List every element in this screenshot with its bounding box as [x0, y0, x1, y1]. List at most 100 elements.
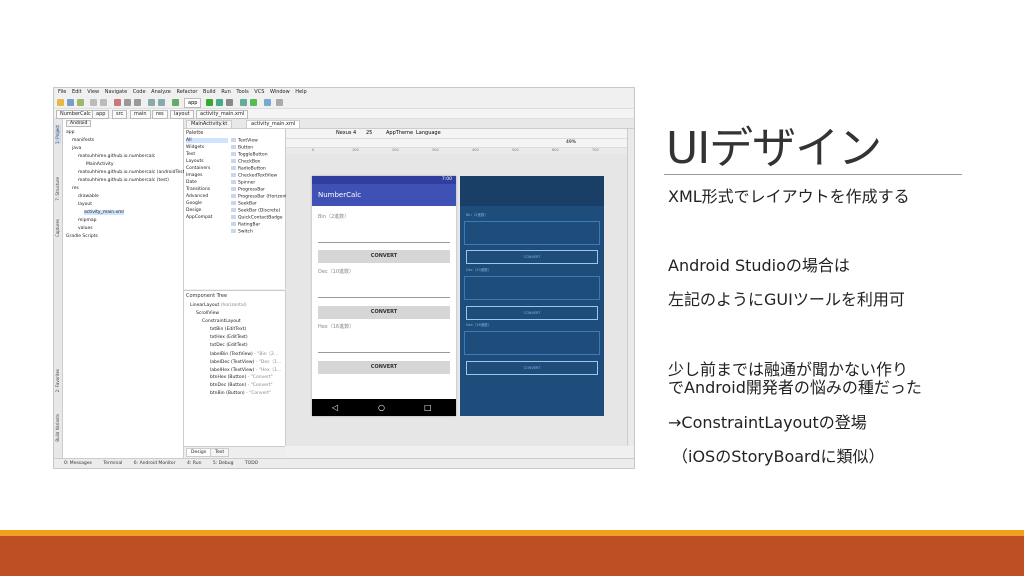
tree-layout[interactable]: layout	[78, 202, 92, 207]
tree-mainactivity[interactable]: MainActivity	[86, 162, 114, 167]
blueprint-view[interactable]: Bin（2進数） CONVERT Dec（10進数） CONVERT Hex（1…	[460, 176, 604, 416]
debug-icon[interactable]	[216, 99, 223, 106]
palette-cat-design[interactable]: Design	[186, 208, 202, 213]
cut-icon[interactable]	[114, 99, 121, 106]
label-bin[interactable]: Bin（2進数）	[318, 213, 349, 220]
palette-item[interactable]: QuickContactBadge	[231, 215, 283, 221]
crumb-main[interactable]: main	[130, 110, 151, 119]
palette-cat-text[interactable]: Text	[186, 152, 195, 157]
label-hex[interactable]: Hex（16進数）	[318, 323, 354, 330]
palette-cat-containers[interactable]: Containers	[186, 166, 210, 171]
tree-package-test[interactable]: matsuhhime.github.io.numbercalc (test)	[78, 178, 169, 183]
paste-icon[interactable]	[134, 99, 141, 106]
menu-tools[interactable]: Tools	[236, 89, 248, 95]
crumb-project[interactable]: NumberCalc	[56, 110, 95, 119]
menu-analyze[interactable]: Analyze	[151, 89, 171, 95]
palette-cat-all[interactable]: All	[186, 138, 228, 143]
tree-node[interactable]: txtBin (EditText)	[210, 327, 246, 332]
tree-node[interactable]: txtDec (EditText)	[210, 343, 248, 348]
crumb-res[interactable]: res	[152, 110, 168, 119]
replace-icon[interactable]	[158, 99, 165, 106]
menu-view[interactable]: View	[87, 89, 99, 95]
palette-item[interactable]: Button	[231, 145, 253, 151]
tree-app[interactable]: app	[66, 130, 74, 135]
android-monitor-icon[interactable]	[264, 99, 271, 106]
menu-edit[interactable]: Edit	[72, 89, 82, 95]
menu-code[interactable]: Code	[133, 89, 146, 95]
language-select[interactable]: Language	[416, 129, 441, 138]
undo-icon[interactable]	[90, 99, 97, 106]
tree-res[interactable]: res	[72, 186, 79, 191]
menu-refactor[interactable]: Refactor	[176, 89, 197, 95]
tree-node[interactable]: labelBin (TextView) - "Bin（2...	[210, 351, 278, 357]
palette-item[interactable]: SeekBar (Discrete)	[231, 208, 280, 214]
build-variants-tool-tab[interactable]: Build Variants	[55, 414, 61, 442]
convert-bin-button[interactable]: CONVERT	[318, 250, 450, 263]
tab-text[interactable]: Text	[210, 448, 230, 457]
search-icon[interactable]	[148, 99, 155, 106]
tree-node[interactable]: LinearLayout (horizontal)	[190, 303, 247, 308]
palette-item[interactable]: RatingBar	[231, 222, 260, 228]
sync-icon[interactable]	[77, 99, 84, 106]
tab-mainactivity[interactable]: MainActivity.kt	[186, 120, 233, 129]
label-dec[interactable]: Dec（10進数）	[318, 268, 354, 275]
menu-window[interactable]: Window	[270, 89, 290, 95]
messages-tab[interactable]: 0: Messages	[64, 461, 92, 466]
crumb-layout[interactable]: layout	[170, 110, 194, 119]
menu-help[interactable]: Help	[295, 89, 306, 95]
menu-navigate[interactable]: Navigate	[105, 89, 127, 95]
avd-manager-icon[interactable]	[240, 99, 247, 106]
debug-tab[interactable]: 5: Debug	[213, 461, 234, 466]
redo-icon[interactable]	[100, 99, 107, 106]
copy-icon[interactable]	[124, 99, 131, 106]
make-icon[interactable]	[172, 99, 179, 106]
project-view-select[interactable]: Android	[66, 120, 92, 127]
api-select[interactable]: 25	[366, 129, 372, 138]
menu-file[interactable]: File	[58, 89, 66, 95]
tree-gradle-scripts[interactable]: Gradle Scripts	[66, 234, 98, 239]
palette-item[interactable]: SeekBar	[231, 201, 257, 207]
palette-cat-appcompat[interactable]: AppCompat	[186, 215, 212, 220]
captures-tool-tab[interactable]: Captures	[55, 219, 61, 237]
palette-item[interactable]: ProgressBar (Horizontal)	[231, 194, 293, 200]
convert-hex-button[interactable]: CONVERT	[318, 361, 450, 374]
tree-node[interactable]: btnBin (Button) - "Convert"	[210, 391, 271, 396]
theme-select[interactable]: AppTheme	[386, 129, 413, 138]
palette-item[interactable]: Switch	[231, 229, 253, 235]
tree-package[interactable]: matsuhhime.github.io.numbercalc	[78, 154, 155, 159]
zoom-level[interactable]: 49%	[566, 139, 576, 147]
palette-item[interactable]: ProgressBar	[231, 187, 265, 193]
tree-drawable[interactable]: drawable	[78, 194, 99, 199]
menu-vcs[interactable]: VCS	[254, 89, 264, 95]
palette-cat-widgets[interactable]: Widgets	[186, 145, 204, 150]
help-icon[interactable]	[276, 99, 283, 106]
sdk-manager-icon[interactable]	[250, 99, 257, 106]
device-select[interactable]: Nexus 4	[336, 129, 356, 138]
tree-manifests[interactable]: manifests	[72, 138, 94, 143]
attach-icon[interactable]	[226, 99, 233, 106]
tree-values[interactable]: values	[78, 226, 93, 231]
tab-design[interactable]: Design	[186, 448, 212, 457]
tree-java[interactable]: java	[72, 146, 81, 151]
palette-item[interactable]: RadioButton	[231, 166, 266, 172]
tree-package-androidtest[interactable]: matsuhhime.github.io.numbercalc (android…	[78, 170, 186, 175]
palette-cat-date[interactable]: Date	[186, 180, 197, 185]
menu-build[interactable]: Build	[203, 89, 216, 95]
tree-node[interactable]: ConstraintLayout	[202, 319, 241, 324]
palette-item[interactable]: Spinner	[231, 180, 255, 186]
tree-node[interactable]: labelHex (TextView) - "Hex（1...	[210, 367, 281, 373]
palette-item[interactable]: CheckedTextView	[231, 173, 277, 179]
palette-cat-google[interactable]: Google	[186, 201, 202, 206]
tree-node[interactable]: btnHex (Button) - "Convert"	[210, 375, 273, 380]
tree-node[interactable]: ScrollView	[196, 311, 219, 316]
terminal-tab[interactable]: Terminal	[103, 461, 122, 466]
input-hex[interactable]	[318, 352, 450, 353]
palette-cat-transitions[interactable]: Transitions	[186, 187, 210, 192]
palette-cat-advanced[interactable]: Advanced	[186, 194, 208, 199]
palette-cat-images[interactable]: Images	[186, 173, 202, 178]
palette-item[interactable]: CheckBox	[231, 159, 260, 165]
tree-node[interactable]: btnDec (Button) - "Convert"	[210, 383, 273, 388]
input-dec[interactable]	[318, 297, 450, 298]
structure-tool-tab[interactable]: 7: Structure	[55, 177, 61, 201]
tree-node[interactable]: txtHex (EditText)	[210, 335, 248, 340]
